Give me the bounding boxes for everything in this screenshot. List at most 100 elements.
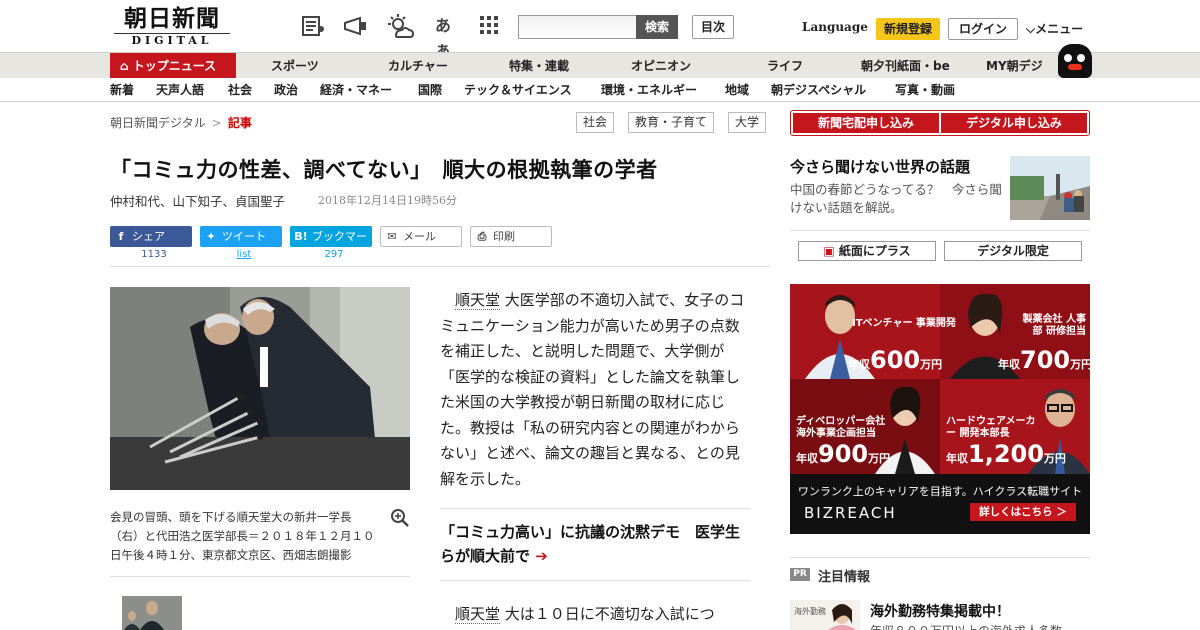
megaphone-icon[interactable] [342, 14, 368, 38]
ad-salary-1-unit: 万円 [920, 358, 943, 371]
nav-society[interactable]: 社会 [228, 78, 252, 102]
site-header: 朝日新聞 DIGITAL あぁ 検索 目次 Language 新規登録 ログイン… [0, 0, 1200, 59]
site-logo[interactable]: 朝日新聞 DIGITAL [114, 5, 230, 47]
nav-top-news[interactable]: ⌂ トップニュース [110, 53, 236, 79]
print-button[interactable]: ⎙ 印刷 [470, 226, 552, 247]
caption-divider [110, 576, 410, 577]
ad-salary-2-unit: 万円 [1070, 358, 1090, 371]
facebook-share-button[interactable]: f シェア [110, 226, 192, 247]
grid-icon[interactable] [476, 14, 502, 38]
toc-button[interactable]: 目次 [692, 15, 734, 39]
mail-label: メール [403, 230, 436, 243]
pr-thumbnail[interactable]: 海外勤務 [790, 600, 860, 630]
ad-salary-2: 年収700万円 [998, 346, 1090, 374]
primary-nav: ⌂ トップニュース スポーツ カルチャー 特集・連載 オピニオン ライフ 朝夕刊… [0, 52, 1200, 79]
pr-section-label: 注目情報 [818, 570, 871, 585]
home-delivery-button[interactable]: 新聞宅配申し込み [793, 113, 939, 133]
ad-salary-4-prefix: 年収 [946, 452, 968, 465]
facebook-count: 1133 [141, 249, 167, 260]
zoom-icon[interactable] [390, 508, 410, 528]
facebook-share-label: シェア [132, 230, 165, 243]
photo-thumbnail[interactable] [122, 596, 182, 630]
print-icon: ⎙ [477, 230, 487, 243]
nav-politics[interactable]: 政治 [274, 78, 298, 102]
search-button[interactable]: 検索 [636, 15, 678, 39]
ad-salary-4: 年収1,200万円 [946, 440, 1066, 468]
breadcrumb-home[interactable]: 朝日新聞デジタル [110, 116, 206, 130]
nav-economy[interactable]: 経済・マネー [320, 78, 392, 102]
weather-icon[interactable] [386, 14, 415, 38]
nav-culture[interactable]: カルチャー [388, 53, 448, 79]
logo-main-text: 朝日新聞 [124, 5, 220, 32]
ad-salary-2-prefix: 年収 [998, 358, 1020, 371]
nav-life[interactable]: ライフ [767, 53, 803, 79]
twitter-share-button[interactable]: ✦ ツイート [200, 226, 282, 247]
keyword-link-juntendo[interactable]: 順天堂 [455, 291, 501, 310]
register-button[interactable]: 新規登録 [876, 18, 940, 40]
keyword-link-juntendo-2[interactable]: 順天堂 [455, 605, 501, 624]
nav-opinion[interactable]: オピニオン [631, 53, 691, 79]
nav-tech-science[interactable]: テック＆サイエンス [464, 78, 572, 102]
ad-cta-button[interactable]: 詳しくはこちら ＞ [970, 503, 1076, 521]
article-lead: 順天堂 大医学部の不適切入試で、女子のコミュニケーション能力が高いため男子の点数… [440, 288, 750, 492]
ad-salary-1-prefix: 年収 [848, 358, 870, 371]
logo-sub-text: DIGITAL [114, 33, 230, 47]
topic-description[interactable]: 中国の春節どうなってる？ 今さら聞けない話題を解説。 [790, 181, 1002, 217]
nav-international[interactable]: 国際 [418, 78, 442, 102]
menu-button[interactable]: ⌵メニュー [1026, 20, 1083, 37]
pr-divider [790, 557, 1090, 558]
bizreach-logo: BIZREACH [804, 504, 897, 522]
topic-thumbnail[interactable] [1010, 156, 1090, 220]
home-icon: ⌂ [120, 59, 129, 73]
language-link[interactable]: Language [802, 20, 868, 34]
hatena-bookmark-button[interactable]: B! ブックマーク [290, 226, 372, 264]
ad-catchphrase: ワンランク上のキャリアを目指す。ハイクラス転職サイト [797, 485, 1083, 498]
nav-photo-video[interactable]: 写真・動画 [895, 78, 955, 102]
related-article-link[interactable]: 「コミュ力高い」に抗議の沈黙デモ 医学生らが順大前で ➔ [440, 520, 750, 568]
digital-subscribe-button[interactable]: デジタル申し込み [941, 113, 1087, 133]
chevron-down-icon: ⌵ [1026, 22, 1036, 36]
nav-environment[interactable]: 環境・エネルギー [601, 78, 697, 102]
tag-society[interactable]: 社会 [576, 112, 615, 133]
pr-headline[interactable]: 海外勤務特集掲載中！ [870, 601, 1010, 621]
nav-top-news-label: トップニュース [132, 59, 217, 73]
newspaper-icon[interactable] [300, 14, 326, 38]
font-size-icon[interactable]: あぁ [430, 14, 456, 59]
digital-only-button[interactable]: デジタル限定 [944, 241, 1082, 261]
facebook-icon: f [118, 230, 124, 243]
nav-my-asadigi[interactable]: MY朝デジ [986, 53, 1043, 79]
bizreach-ad[interactable]: ITベンチャー 事業開発 年収600万円 製薬会社 人事部 研修担当 年収700… [790, 284, 1090, 534]
paper-plus-button[interactable]: ▣ 紙面にプラス [798, 241, 936, 261]
nav-tenseijingo[interactable]: 天声人語 [156, 78, 204, 102]
secondary-nav: 新着 天声人語 社会 政治 経済・マネー 国際 テック＆サイエンス 環境・エネル… [0, 78, 1200, 102]
nav-sports[interactable]: スポーツ [271, 53, 319, 79]
nav-paper[interactable]: 朝夕刊紙面・be [861, 53, 950, 79]
twitter-list-link[interactable]: list [203, 249, 285, 260]
nav-features[interactable]: 特集・連載 [509, 53, 569, 79]
pr-badge: PR [790, 568, 810, 581]
topic-title[interactable]: 今さら聞けない世界の話題 [790, 156, 970, 177]
ad-job-4: ハードウェアメーカー 開発本部長 [946, 416, 1036, 439]
menu-label: メニュー [1035, 22, 1084, 36]
mascot-icon[interactable] [1058, 44, 1092, 78]
ad-salary-1: 年収600万円 [848, 346, 942, 374]
twitter-share-label: ツイート [222, 230, 266, 243]
paragraph-2-text: 大は１０日に不適切な入試につ [504, 605, 715, 623]
nav-latest[interactable]: 新着 [110, 78, 134, 102]
tag-university[interactable]: 大学 [728, 112, 767, 133]
mail-share-button[interactable]: ✉ メール [380, 226, 462, 247]
ad-job-3: ディベロッパー会社 海外事業企画担当 [796, 416, 886, 439]
search-input[interactable] [518, 15, 638, 39]
pr-subtext[interactable]: 年収８００万円以上の海外求人多数 [870, 622, 1062, 630]
ad-salary-2-amount: 700 [1020, 346, 1071, 374]
ad-job-2: 製薬会社 人事部 研修担当 [1022, 314, 1086, 337]
nav-special[interactable]: 朝デジスペシャル [771, 78, 866, 102]
tag-education[interactable]: 教育・子育て [628, 112, 715, 133]
nav-region[interactable]: 地域 [725, 78, 749, 102]
article-photo[interactable] [110, 287, 410, 490]
article-paragraph-2: 順天堂 大は１０日に不適切な入試につ [440, 602, 750, 627]
login-button[interactable]: ログイン [948, 18, 1018, 40]
article-authors: 仲村和代、山下知子、貞国聖子 [110, 194, 286, 209]
print-label: 印刷 [493, 230, 515, 243]
related-article-title: 「コミュ力高い」に抗議の沈黙デモ 医学生らが順大前で [440, 523, 741, 565]
